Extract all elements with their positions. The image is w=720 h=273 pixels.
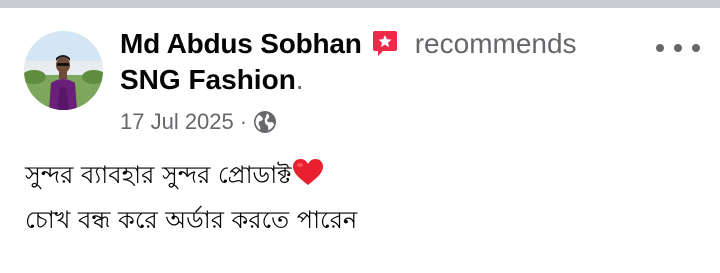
top-divider	[0, 0, 720, 8]
recommend-badge-icon	[370, 29, 400, 59]
author-name[interactable]: Md Abdus Sobhan	[120, 28, 362, 60]
period: .	[295, 64, 304, 95]
post-text-line-2: চোখ বন্ধ করে অর্ডার করতে পারেন	[25, 206, 358, 234]
avatar[interactable]	[24, 31, 103, 110]
post-date[interactable]: 17 Jul 2025	[120, 109, 234, 135]
more-options-button[interactable]	[656, 38, 700, 58]
avatar-photo	[24, 31, 103, 110]
post-text: সুন্দর ব্যাবহার সুন্দর প্রোডাক্ট চোখ বন্…	[25, 153, 705, 243]
globe-icon[interactable]	[253, 110, 277, 134]
more-options-dot	[692, 44, 700, 52]
action-text: recommends	[414, 28, 577, 59]
post-text-line-1: সুন্দর ব্যাবহার সুন্দর প্রোডাক্ট	[25, 153, 705, 198]
post-text-line-1-text: সুন্দর ব্যাবহার সুন্দর প্রোডাক্ট	[25, 161, 292, 189]
heart-emoji-icon	[292, 158, 324, 186]
post-meta: 17 Jul 2025 ·	[120, 108, 640, 136]
header-line-2: SNG Fashion .	[120, 64, 640, 98]
more-options-icon	[656, 44, 664, 52]
page-name-link[interactable]: SNG Fashion	[120, 64, 296, 96]
header-line-1: Md Abdus Sobhan recommends	[120, 26, 640, 62]
meta-separator: ·	[239, 109, 248, 134]
more-options-dot	[674, 44, 682, 52]
post-header: Md Abdus Sobhan recommends SNG Fashion .…	[120, 26, 640, 136]
post-card: Md Abdus Sobhan recommends SNG Fashion .…	[0, 8, 720, 273]
